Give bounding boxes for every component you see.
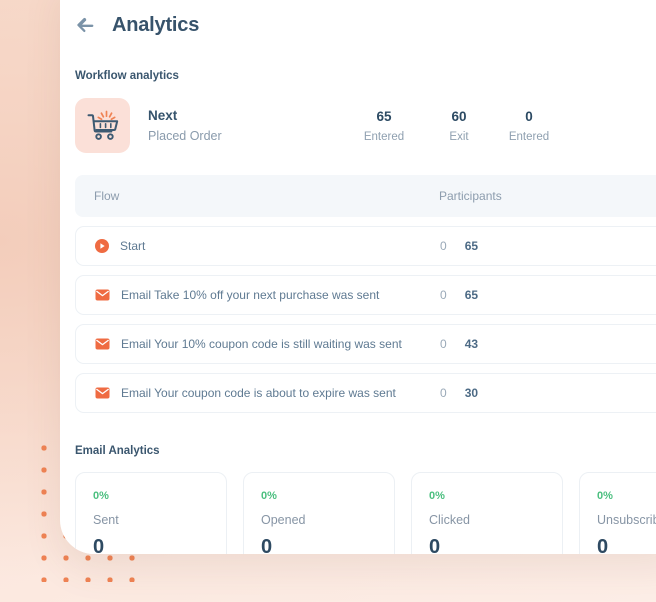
email-metric-card-clicked[interactable]: 0% Clicked 0	[411, 472, 563, 554]
count-participants: 65	[464, 239, 479, 253]
workflow-summary-card: Next Placed Order 65 Entered 60 Exit 0 E…	[60, 82, 656, 153]
workflow-name: Next	[148, 108, 178, 123]
stat-entered-2: 0 Entered	[494, 109, 564, 143]
table-row[interactable]: Email Your 10% coupon code is still wait…	[75, 324, 656, 364]
shopping-cart-icon	[87, 110, 118, 140]
email-analytics-cards: 0% Sent 0 0% Opened 0 0% Clicked 0 0% Un…	[60, 457, 656, 554]
envelope-icon	[95, 338, 110, 350]
flow-row-label: Email Your coupon code is about to expir…	[95, 386, 440, 400]
flow-row-text: Email Your 10% coupon code is still wait…	[121, 337, 402, 351]
email-metric-card-sent[interactable]: 0% Sent 0	[75, 472, 227, 554]
metric-value: 0	[597, 536, 609, 554]
flow-row-counts: 0 43	[440, 337, 478, 351]
envelope-icon	[95, 387, 110, 399]
count-zero: 0	[440, 239, 447, 253]
metric-value: 0	[429, 536, 441, 554]
workflow-stats: 65 Entered 60 Exit 0 Entered	[348, 109, 564, 143]
stat-value: 0	[525, 108, 533, 124]
flow-row-counts: 0 65	[440, 288, 478, 302]
back-button[interactable]	[72, 12, 98, 38]
envelope-icon	[95, 289, 110, 301]
count-zero: 0	[440, 337, 447, 351]
stat-value: 65	[376, 108, 392, 124]
flow-row-text: Email Take 10% off your next purchase wa…	[121, 288, 380, 302]
flow-row-text: Start	[120, 239, 146, 253]
workflow-icon-tile	[75, 98, 130, 153]
email-metric-card-unsubscribed[interactable]: 0% Unsubscribed 0	[579, 472, 656, 554]
arrow-left-icon	[77, 17, 94, 33]
flow-table: Flow Participants Start 0 65 Email Take …	[75, 175, 656, 413]
count-participants: 65	[464, 288, 479, 302]
stat-label: Entered	[363, 130, 405, 143]
flow-table-header: Flow Participants	[75, 175, 656, 217]
metric-label: Unsubscribed	[597, 513, 656, 527]
workflow-analytics-title: Workflow analytics	[75, 70, 179, 82]
flow-row-label: Email Your 10% coupon code is still wait…	[95, 337, 440, 351]
flow-row-text: Email Your coupon code is about to expir…	[121, 386, 396, 400]
column-header-participants: Participants	[439, 189, 502, 203]
page-title: Analytics	[112, 13, 200, 36]
flow-row-label: Start	[95, 239, 440, 253]
stat-exit: 60 Exit	[430, 109, 488, 143]
workflow-subtitle: Placed Order	[148, 129, 222, 143]
count-participants: 43	[464, 337, 479, 351]
analytics-panel: Analytics Workflow analytics Next Placed…	[60, 0, 656, 554]
flow-row-counts: 0 30	[440, 386, 478, 400]
metric-percent: 0%	[597, 490, 613, 502]
stat-entered-1: 65 Entered	[348, 109, 420, 143]
metric-percent: 0%	[93, 490, 109, 502]
metric-label: Opened	[261, 513, 306, 527]
column-header-flow: Flow	[94, 189, 120, 203]
stat-label: Entered	[508, 130, 550, 143]
count-participants: 30	[464, 386, 479, 400]
email-metric-card-opened[interactable]: 0% Opened 0	[243, 472, 395, 554]
metric-value: 0	[261, 536, 273, 554]
metric-label: Clicked	[429, 513, 470, 527]
page-header: Analytics	[60, 0, 656, 38]
table-row[interactable]: Email Take 10% off your next purchase wa…	[75, 275, 656, 315]
stat-label: Exit	[449, 130, 469, 143]
play-circle-icon	[95, 239, 109, 253]
table-row[interactable]: Start 0 65	[75, 226, 656, 266]
flow-row-counts: 0 65	[440, 239, 478, 253]
metric-percent: 0%	[429, 490, 445, 502]
stat-value: 60	[451, 108, 467, 124]
count-zero: 0	[440, 288, 447, 302]
email-analytics-title: Email Analytics	[75, 445, 160, 457]
metric-label: Sent	[93, 513, 119, 527]
flow-row-label: Email Take 10% off your next purchase wa…	[95, 288, 440, 302]
table-row[interactable]: Email Your coupon code is about to expir…	[75, 373, 656, 413]
metric-value: 0	[93, 536, 105, 554]
workflow-labels: Next Placed Order	[148, 108, 348, 143]
count-zero: 0	[440, 386, 447, 400]
metric-percent: 0%	[261, 490, 277, 502]
